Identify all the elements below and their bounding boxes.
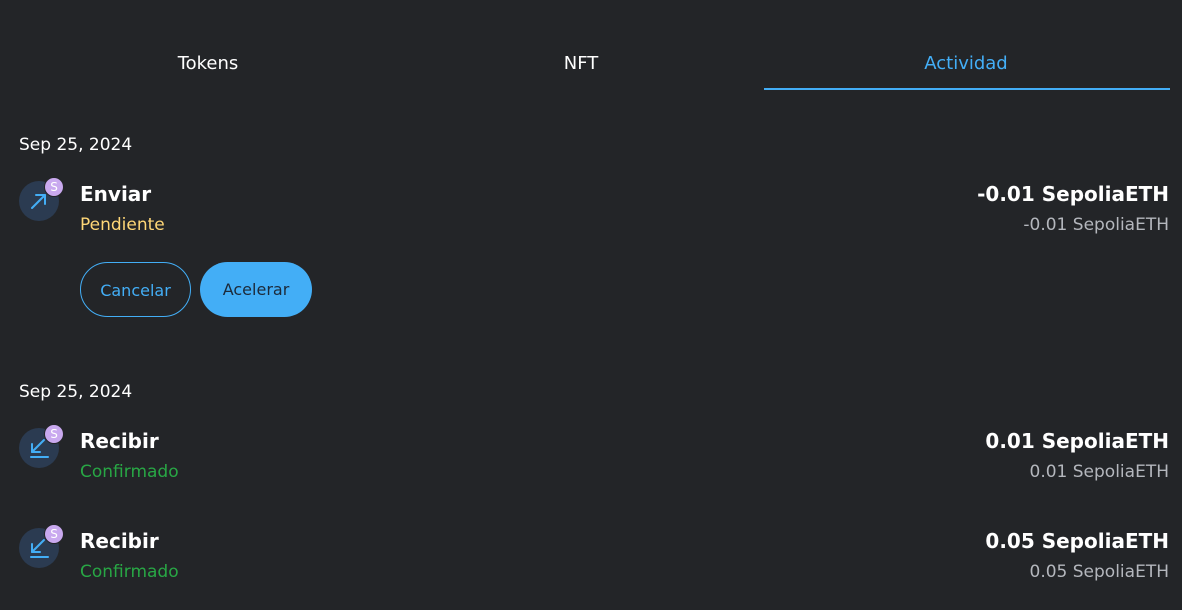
tab-tokens[interactable]: Tokens: [22, 36, 394, 91]
transaction-amount: -0.01 SepoliaETH: [977, 182, 1169, 206]
active-tab-indicator: [764, 88, 1170, 90]
tab-bar: Tokens NFT Actividad: [0, 0, 1182, 92]
transaction-title: Enviar: [80, 182, 152, 206]
speed-up-button[interactable]: Acelerar: [200, 262, 312, 317]
date-header: Sep 25, 2024: [19, 135, 133, 155]
transaction-amount: 0.05 SepoliaETH: [985, 529, 1169, 553]
date-header: Sep 25, 2024: [19, 382, 133, 402]
tab-actividad[interactable]: Actividad: [780, 36, 1152, 91]
transaction-status: Pendiente: [80, 215, 165, 235]
transaction-amount: 0.01 SepoliaETH: [985, 429, 1169, 453]
transaction-amount-secondary: 0.05 SepoliaETH: [1029, 562, 1169, 582]
network-badge-icon: S: [44, 524, 64, 544]
transaction-status: Confirmado: [80, 462, 179, 482]
transaction-amount-secondary: 0.01 SepoliaETH: [1029, 462, 1169, 482]
tab-nft[interactable]: NFT: [395, 36, 767, 91]
cancel-button[interactable]: Cancelar: [80, 262, 191, 317]
transaction-status: Confirmado: [80, 562, 179, 582]
network-badge-icon: S: [44, 424, 64, 444]
transaction-title: Recibir: [80, 429, 159, 453]
transaction-amount-secondary: -0.01 SepoliaETH: [1023, 215, 1169, 235]
transaction-title: Recibir: [80, 529, 159, 553]
network-badge-icon: S: [44, 177, 64, 197]
